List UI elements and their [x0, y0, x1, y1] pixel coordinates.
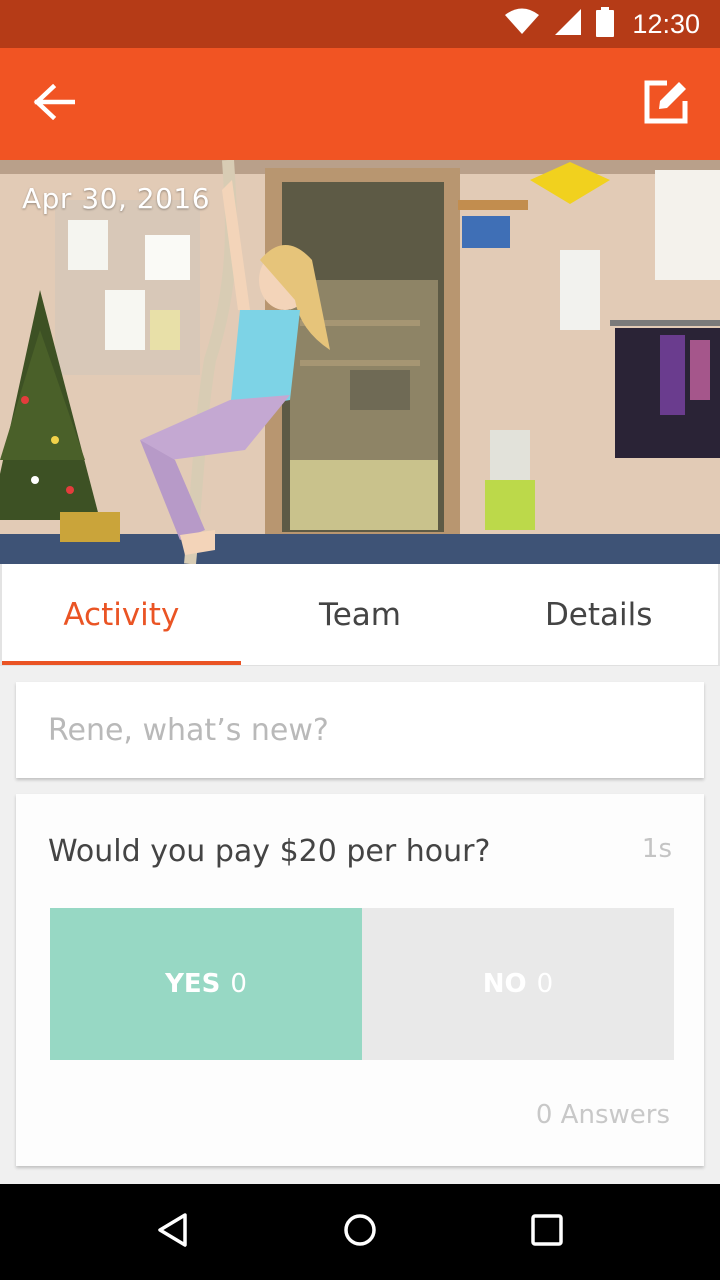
poll-options: YES 0 NO 0 [50, 908, 674, 1060]
poll-no-button[interactable]: NO 0 [362, 908, 674, 1060]
nav-recents-button[interactable] [523, 1208, 571, 1256]
system-nav-bar [0, 1184, 720, 1280]
poll-answers-count[interactable]: 0 Answers [536, 1100, 670, 1130]
cover-photo-illustration [0, 160, 720, 564]
tab-activity[interactable]: Activity [2, 564, 241, 665]
poll-question: Would you pay $20 per hour? [48, 834, 491, 869]
back-triangle-icon [155, 1212, 191, 1252]
edit-icon [643, 79, 689, 129]
poll-card: Would you pay $20 per hour? 1s YES 0 NO … [16, 794, 704, 1166]
tab-details[interactable]: Details [479, 564, 718, 665]
poll-yes-label: YES [165, 969, 221, 999]
status-bar: 12:30 [0, 0, 720, 48]
tab-team[interactable]: Team [241, 564, 480, 665]
tab-bar: Activity Team Details [0, 564, 720, 666]
edit-button[interactable] [642, 80, 690, 128]
poll-timestamp: 1s [641, 834, 672, 864]
signal-icon [554, 8, 582, 40]
nav-back-button[interactable] [149, 1208, 197, 1256]
status-composer[interactable]: Rene, what’s new? [16, 682, 704, 778]
post-date: Apr 30, 2016 [22, 182, 211, 215]
arrow-left-icon [33, 83, 76, 124]
composer-placeholder: Rene, what’s new? [48, 712, 329, 748]
recents-square-icon [529, 1212, 565, 1252]
poll-yes-count: 0 [230, 969, 247, 999]
status-icons [504, 7, 615, 41]
poll-no-label: NO [482, 969, 527, 999]
status-time: 12:30 [632, 8, 700, 39]
poll-yes-button[interactable]: YES 0 [50, 908, 362, 1060]
home-circle-icon [342, 1212, 378, 1252]
back-button[interactable] [30, 80, 78, 128]
cover-photo: Apr 30, 2016 [0, 160, 720, 564]
poll-no-count: 0 [536, 969, 554, 999]
app-bar [0, 48, 720, 160]
wifi-icon [504, 8, 540, 40]
battery-icon [596, 7, 615, 41]
nav-home-button[interactable] [336, 1208, 384, 1256]
